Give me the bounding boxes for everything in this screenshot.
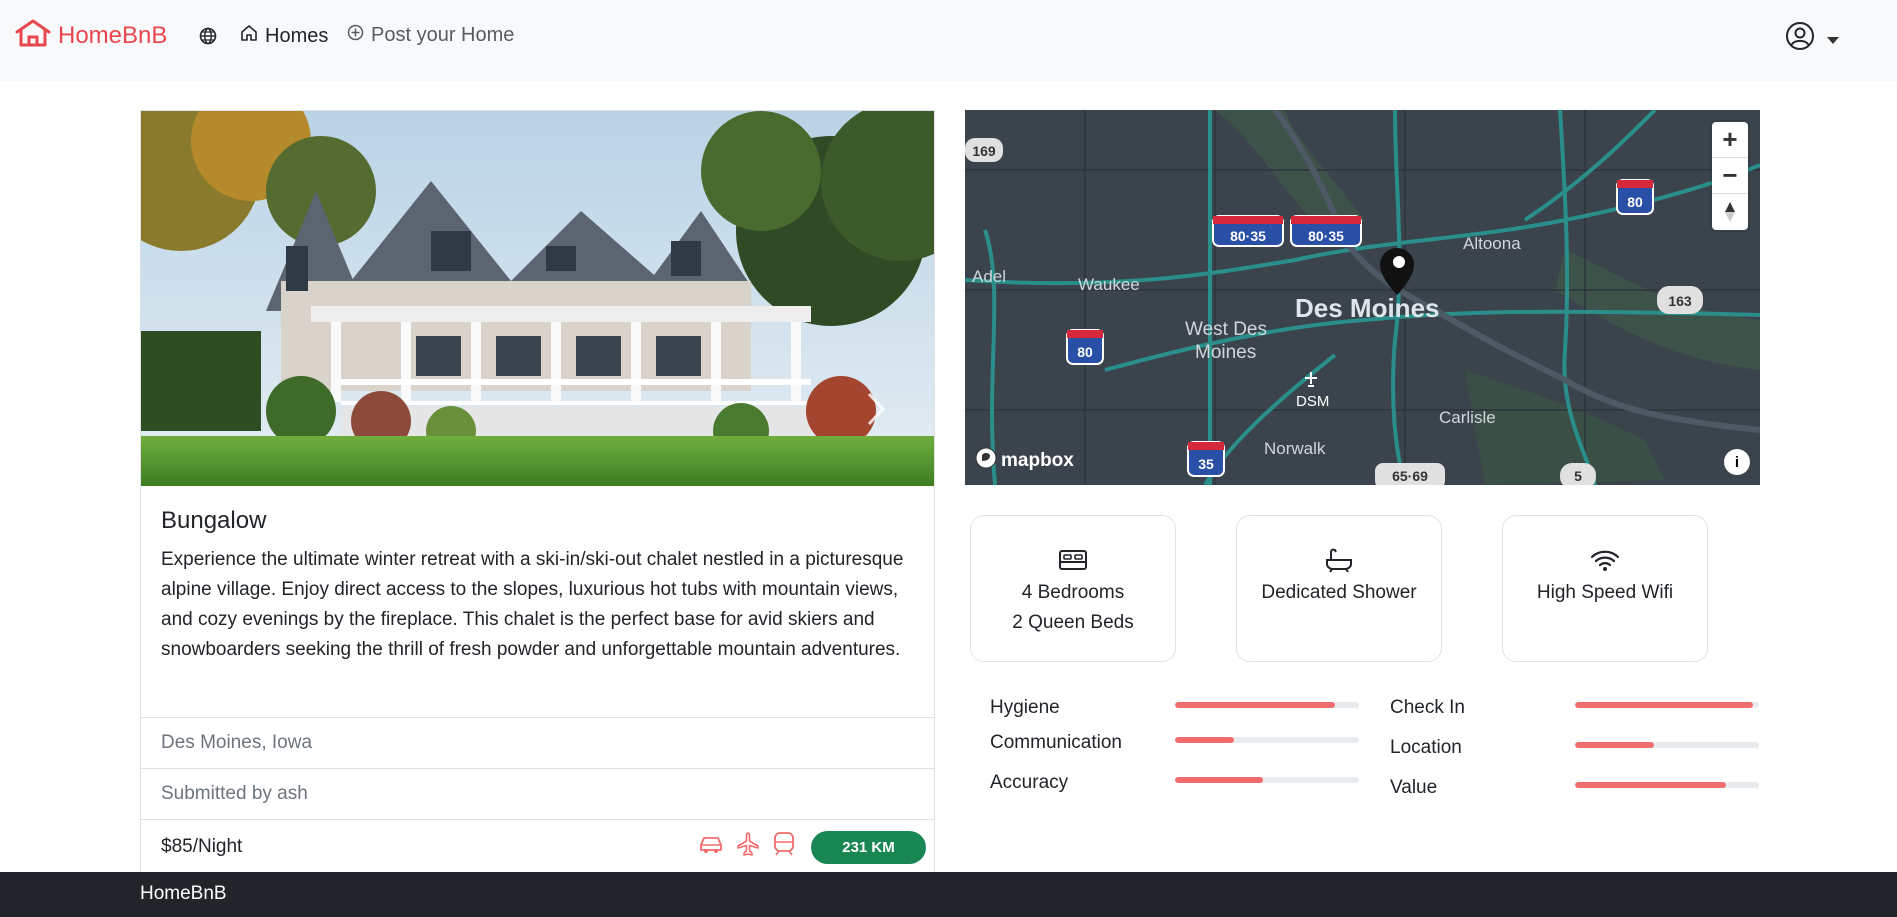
listing-card: Bungalow Experience the ultimate winter … — [140, 110, 935, 872]
amenity-card-bedrooms: 4 Bedrooms 2 Queen Beds — [970, 515, 1176, 662]
listing-location: Des Moines, Iowa — [141, 717, 934, 768]
user-circle-icon — [1785, 21, 1815, 56]
mapbox-logo[interactable]: mapbox — [975, 447, 1074, 475]
map-label-altoona: Altoona — [1463, 234, 1521, 253]
rating-label-check-in: Check In — [1390, 697, 1465, 718]
highway-shield-80-35-a: 80·35 — [1212, 215, 1284, 247]
nav-homes-link[interactable]: Homes — [240, 24, 328, 48]
amenity-card-wifi: High Speed Wifi — [1502, 515, 1708, 662]
nav-post-home-label: Post your Home — [371, 24, 515, 46]
wifi-icon — [1590, 546, 1620, 574]
rating-label-communication: Communication — [990, 732, 1122, 753]
chevron-down-icon — [1827, 37, 1839, 44]
plane-icon — [736, 831, 760, 863]
nav-post-home-link[interactable]: Post your Home — [347, 24, 514, 47]
rating-fill — [1575, 742, 1655, 748]
listing-price-row: $85/Night 231 KM — [141, 819, 934, 872]
svg-text:80: 80 — [1077, 344, 1093, 360]
rating-label-hygiene: Hygiene — [990, 697, 1060, 718]
highway-shield-5: 5 — [1560, 463, 1596, 485]
amenity-wifi-label: High Speed Wifi — [1536, 582, 1674, 603]
rating-fill — [1175, 737, 1234, 743]
rating-label-value: Value — [1390, 777, 1438, 798]
transport-icons — [698, 831, 796, 863]
map-label-des-moines: Des Moines — [1295, 293, 1440, 323]
highway-shield-65-69: 65·69 — [1375, 463, 1445, 485]
map-controls: + − — [1712, 122, 1748, 230]
map-info-button[interactable]: i — [1724, 449, 1750, 475]
globe-icon[interactable] — [199, 27, 217, 50]
rating-fill — [1575, 702, 1754, 708]
amenity-bedrooms-line2: 2 Queen Beds — [1012, 612, 1134, 633]
map-label-adel: Adel — [972, 267, 1006, 286]
house-logo-icon — [14, 18, 52, 53]
brand-name: HomeBnB — [58, 21, 168, 49]
amenity-shower-label: Dedicated Shower — [1261, 582, 1417, 603]
rating-fill — [1175, 702, 1336, 708]
svg-text:80·35: 80·35 — [1308, 228, 1344, 244]
svg-text:35: 35 — [1198, 456, 1214, 472]
map-label-west-des: West Des — [1185, 319, 1267, 340]
highway-shield-80-35-b: 80·35 — [1290, 215, 1362, 247]
compass-icon — [1725, 202, 1735, 222]
svg-text:163: 163 — [1668, 293, 1692, 309]
amenity-bedrooms-line1: 4 Bedrooms — [1021, 582, 1125, 603]
rating-label-accuracy: Accuracy — [990, 772, 1069, 793]
nav-homes-label: Homes — [265, 24, 329, 47]
brand-link[interactable]: HomeBnB — [14, 18, 167, 53]
listing-title: Bungalow — [161, 507, 267, 534]
distance-badge: 231 KM — [811, 831, 926, 864]
svg-text:80: 80 — [1627, 194, 1643, 210]
compass-button[interactable] — [1712, 194, 1748, 230]
listing-submitter: Submitted by ash — [141, 768, 934, 819]
svg-text:5: 5 — [1574, 468, 1582, 484]
highway-shield-80-west: 80 — [1066, 329, 1104, 365]
bed-icon — [1058, 546, 1088, 574]
listing-price: $85/Night — [161, 836, 243, 857]
rating-label-location: Location — [1390, 737, 1462, 758]
map-label-dsm: DSM — [1296, 393, 1329, 410]
rating-fill — [1575, 782, 1726, 788]
info-icon: i — [1734, 453, 1740, 471]
mapbox-label: mapbox — [1001, 450, 1074, 471]
listing-body: Bungalow Experience the ultimate winter … — [141, 487, 934, 665]
rating-fill — [1175, 777, 1264, 783]
rating-bar-accuracy — [1175, 777, 1359, 783]
rating-bar-hygiene — [1175, 702, 1359, 708]
svg-text:80·35: 80·35 — [1230, 228, 1266, 244]
car-icon — [698, 833, 724, 861]
user-menu-dropdown[interactable] — [1785, 21, 1839, 56]
footer: HomeBnB — [0, 872, 1897, 917]
highway-shield-35: 35 — [1187, 441, 1225, 477]
map-label-norwalk: Norwalk — [1264, 439, 1326, 458]
map-label-moines: Moines — [1195, 342, 1256, 363]
map-label-waukee: Waukee — [1078, 275, 1140, 294]
zoom-in-button[interactable]: + — [1712, 122, 1748, 158]
location-map[interactable]: Adel Waukee West Des Moines Des Moines A… — [965, 110, 1760, 485]
plus-circle-icon — [347, 24, 364, 47]
home-icon — [240, 24, 258, 48]
highway-shield-163: 163 — [1657, 286, 1703, 314]
svg-text:169: 169 — [972, 143, 996, 159]
zoom-out-button[interactable]: − — [1712, 158, 1748, 194]
rating-bar-communication — [1175, 737, 1359, 743]
listing-photo — [141, 111, 934, 486]
train-icon — [772, 831, 796, 863]
amenity-card-shower: Dedicated Shower — [1236, 515, 1442, 662]
highway-shield-169: 169 — [965, 138, 1003, 162]
footer-brand: HomeBnB — [140, 883, 227, 904]
map-label-carlisle: Carlisle — [1439, 408, 1496, 427]
map-canvas[interactable]: Adel Waukee West Des Moines Des Moines A… — [965, 110, 1760, 485]
bathtub-icon — [1324, 546, 1354, 574]
rating-bar-value — [1575, 782, 1759, 788]
mapbox-icon — [975, 447, 997, 475]
navbar: HomeBnB Homes Post your Home — [0, 0, 1897, 81]
rating-bar-location — [1575, 742, 1759, 748]
listing-description: Experience the ultimate winter retreat w… — [161, 549, 904, 660]
highway-shield-80-east: 80 — [1616, 179, 1654, 215]
svg-text:65·69: 65·69 — [1392, 468, 1428, 484]
rating-bar-check-in — [1575, 702, 1759, 708]
